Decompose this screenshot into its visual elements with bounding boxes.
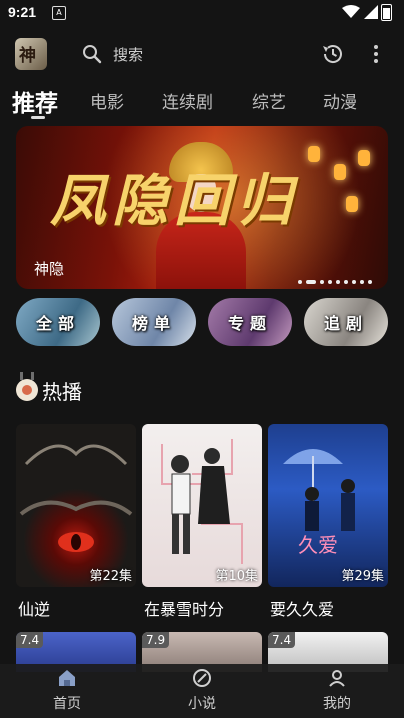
banner-lanterns	[308, 146, 378, 226]
pagination-dot[interactable]	[328, 280, 332, 284]
tab-series[interactable]: 连续剧	[162, 88, 213, 113]
pagination-dot[interactable]	[306, 280, 316, 284]
episode-badge: 第10集	[215, 569, 258, 584]
category-following-button[interactable]: 追剧	[304, 298, 388, 346]
episode-badge: 第22集	[89, 569, 132, 584]
featured-banner[interactable]: 凤隐回归 神隐	[16, 126, 388, 289]
drama-card[interactable]: 第10集 在暴雪时分	[142, 424, 262, 619]
medal-icon	[16, 372, 38, 401]
poster-image: 第22集	[16, 424, 136, 587]
status-bar: 9:21 A	[0, 0, 404, 26]
more-options-icon[interactable]	[366, 42, 386, 66]
card-title: 在暴雪时分	[144, 600, 225, 619]
rating-badge: 7.4	[268, 632, 296, 648]
nav-home[interactable]: 首页	[0, 664, 134, 718]
notification-a-icon: A	[52, 6, 66, 20]
tab-movies[interactable]: 电影	[90, 88, 124, 113]
category-rankings-label: 榜单	[131, 314, 176, 333]
rating-badge: 7.4	[16, 632, 44, 648]
nav-novels[interactable]: 小说	[135, 664, 269, 718]
drama-card[interactable]: 第22集 仙逆	[16, 424, 136, 619]
drama-card[interactable]: 久爱 第29集 要久久爱	[268, 424, 388, 619]
category-all-label: 全部	[35, 314, 80, 333]
category-topics-button[interactable]: 专题	[208, 298, 292, 346]
app-logo-text: 神	[19, 46, 36, 66]
top-bar: 神 搜索	[0, 36, 404, 74]
history-icon[interactable]	[321, 42, 345, 66]
episode-badge: 第29集	[341, 569, 384, 584]
category-shortcuts: 全部 榜单 专题 追剧	[16, 298, 388, 346]
card-title: 要久久爱	[270, 600, 335, 619]
poster-art: 久爱	[283, 449, 355, 557]
poster-image: 久爱 第29集	[268, 424, 388, 587]
status-time: 9:21	[8, 4, 37, 20]
poster-image: 第10集	[142, 424, 262, 587]
pagination-dot[interactable]	[344, 280, 348, 284]
pagination-dot[interactable]	[298, 280, 302, 284]
banner-title-art: 凤隐回归	[50, 168, 298, 234]
pagination-dot[interactable]	[320, 280, 324, 284]
hot-section-title: 热播	[42, 380, 82, 404]
category-topics-label: 专题	[227, 314, 272, 333]
category-rankings-button[interactable]: 榜单	[112, 298, 196, 346]
tab-variety[interactable]: 综艺	[252, 88, 286, 113]
bottom-navigation: 首页 小说 我的	[0, 664, 404, 718]
category-all-button[interactable]: 全部	[16, 298, 100, 346]
nav-profile-label: 我的	[323, 696, 351, 712]
tab-anime[interactable]: 动漫	[323, 88, 357, 113]
profile-icon	[329, 670, 345, 687]
nav-profile[interactable]: 我的	[270, 664, 404, 718]
rating-badge: 7.9	[142, 632, 170, 648]
nav-novels-label: 小说	[188, 696, 216, 712]
banner-subtitle: 神隐	[34, 260, 65, 278]
poster-art	[19, 444, 133, 552]
search-icon[interactable]	[82, 44, 102, 64]
banner-pagination	[294, 269, 372, 284]
pagination-dot[interactable]	[360, 280, 364, 284]
battery-icon	[381, 4, 392, 21]
svg-text:久爱: 久爱	[298, 533, 338, 557]
book-icon	[193, 669, 211, 687]
wifi-icon	[342, 5, 360, 18]
pagination-dot[interactable]	[352, 280, 356, 284]
pagination-dot[interactable]	[336, 280, 340, 284]
home-icon	[59, 670, 75, 686]
category-following-label: 追剧	[323, 314, 368, 333]
tab-indicator	[31, 116, 45, 119]
search-input[interactable]: 搜索	[113, 44, 143, 65]
signal-icon	[364, 5, 378, 19]
tab-recommend[interactable]: 推荐	[12, 84, 58, 118]
category-tabs: 推荐 电影 连续剧 综艺 动漫	[0, 84, 404, 120]
nav-home-label: 首页	[53, 696, 81, 712]
pagination-dot[interactable]	[368, 280, 372, 284]
app-logo[interactable]: 神	[15, 38, 47, 70]
poster-art	[161, 439, 243, 564]
card-title: 仙逆	[18, 600, 51, 619]
